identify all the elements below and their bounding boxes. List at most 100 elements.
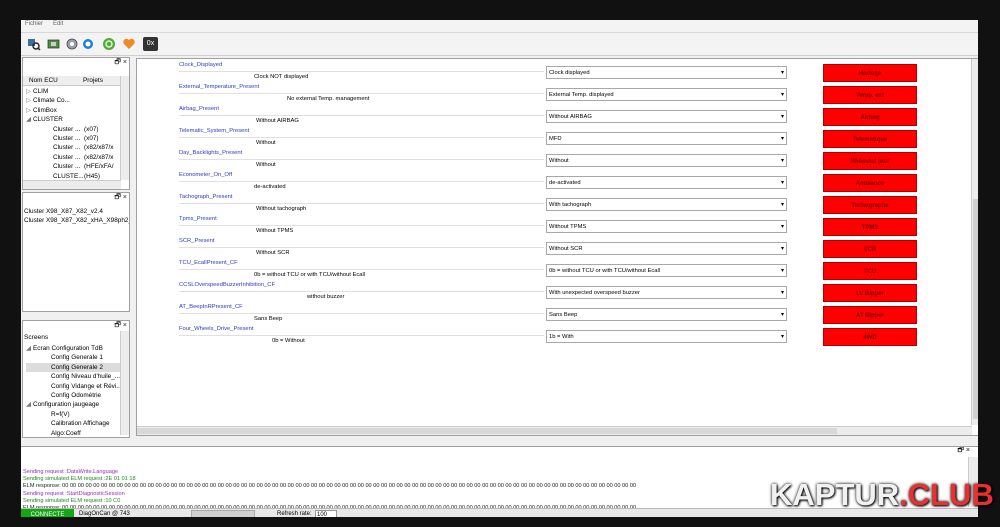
main-scroll-thumb[interactable] xyxy=(973,199,978,419)
option-selected-value: External Temp. displayed xyxy=(549,92,614,98)
ecu-tree-item[interactable]: Cluster ... (x07) xyxy=(26,134,122,143)
menu-edit[interactable]: Edit xyxy=(49,20,67,28)
tree-arrow-icon[interactable]: ▷ xyxy=(26,96,33,105)
hex-icon[interactable]: 0x xyxy=(143,37,158,51)
refresh-icon[interactable] xyxy=(81,37,96,51)
dock-controls-icon[interactable]: 🗗 × xyxy=(114,58,127,69)
chevron-down-icon[interactable]: ▾ xyxy=(781,89,784,102)
option-select[interactable]: Without AIRBAG ▾ xyxy=(546,110,787,123)
chevron-down-icon[interactable]: ▾ xyxy=(781,221,784,234)
config-row: External_Temperature_Present No external … xyxy=(179,84,787,104)
main-vertical-scrollbar[interactable] xyxy=(971,59,978,425)
chevron-down-icon[interactable]: ▾ xyxy=(781,111,784,124)
write-parameter-button[interactable]: Temp. ext xyxy=(823,86,917,104)
option-select[interactable]: de-activated ▾ xyxy=(546,176,787,189)
scan-ecu-icon[interactable] xyxy=(26,37,41,51)
settings-icon[interactable] xyxy=(65,37,80,51)
ecu-tree-item[interactable]: Cluster ... (x07) xyxy=(26,125,122,134)
project-file-item[interactable]: Cluster X98_X87_X82_v2.4 xyxy=(24,207,129,216)
tree-arrow-icon[interactable]: ◢ xyxy=(26,344,33,353)
main-horizontal-scrollbar[interactable] xyxy=(137,426,972,435)
write-parameter-button[interactable]: Tachographe xyxy=(823,196,917,214)
tree-arrow-icon[interactable]: ◢ xyxy=(26,115,33,124)
ecu-vertical-scrollbar[interactable] xyxy=(120,76,129,180)
option-select[interactable]: MFD ▾ xyxy=(546,132,787,145)
dock-controls-icon[interactable]: 🗗 × xyxy=(956,447,970,454)
write-parameter-button[interactable]: TPMS xyxy=(823,218,917,236)
main-hscroll-thumb[interactable] xyxy=(137,428,837,434)
option-select[interactable]: Without SCR ▾ xyxy=(546,242,787,255)
tree-arrow-icon[interactable]: ▷ xyxy=(26,106,33,115)
option-select[interactable]: 0b = without TCU or with TCU/without Eca… xyxy=(546,264,787,277)
config-row: Clock_Displayed Clock NOT displayed Clock … xyxy=(179,62,787,82)
favorite-icon[interactable] xyxy=(122,37,137,51)
screen-tree-item[interactable]: Algo:Coeff xyxy=(26,429,122,437)
screen-tree-item[interactable]: Calibration Affichage xyxy=(26,419,122,428)
config-row: Tachograph_Present Without tachograph With… xyxy=(179,194,787,214)
screen-tree-item[interactable]: ◢ Configuration jaugeage xyxy=(26,400,122,409)
current-value: Without tachograph xyxy=(256,206,307,212)
option-select[interactable]: With tachograph ▾ xyxy=(546,198,787,211)
dock-controls-icon[interactable]: 🗗 × xyxy=(114,193,127,204)
screen-tree-item[interactable]: Config Odométrie xyxy=(26,391,122,400)
screen-name: Config Niveau d'huile_... xyxy=(51,373,121,381)
screen-tree-item[interactable]: Config Vidange et Révi... xyxy=(26,382,122,391)
chip-icon[interactable] xyxy=(46,37,61,51)
chevron-down-icon[interactable]: ▾ xyxy=(781,155,784,168)
chevron-down-icon[interactable]: ▾ xyxy=(781,287,784,300)
parameter-name: Clock_Displayed xyxy=(179,62,223,68)
write-parameter-button[interactable]: AT Bipper xyxy=(823,306,917,324)
option-selected-value: MFD xyxy=(549,136,562,142)
ecu-tree-item[interactable]: ◢ CLUSTER xyxy=(26,115,122,124)
current-value: Sans Beep xyxy=(254,316,283,322)
tree-arrow-icon[interactable]: ▷ xyxy=(26,87,33,96)
option-select[interactable]: 1b = With ▾ xyxy=(546,330,787,343)
ecu-tree-item[interactable]: Cluster ... (x82/x87/x xyxy=(26,143,122,152)
screen-tree-item[interactable]: ◢ Ecran Configuration TdB xyxy=(26,344,122,353)
current-value-cell: Clock NOT displayed xyxy=(179,71,544,83)
option-select[interactable]: Without ▾ xyxy=(546,154,787,167)
write-parameter-button[interactable]: Airbag xyxy=(823,108,917,126)
option-select[interactable]: With unexpected overspeed buzzer ▾ xyxy=(546,286,787,299)
tree-arrow-icon[interactable]: ◢ xyxy=(26,400,33,409)
option-select[interactable]: Without TPMS ▾ xyxy=(546,220,787,233)
screen-tree-item[interactable]: Config Generale 1 xyxy=(26,353,122,362)
write-parameter-button[interactable]: 4WD xyxy=(823,328,917,346)
screen-tree-item[interactable]: Config Niveau d'huile_... xyxy=(26,372,122,381)
connect-icon[interactable] xyxy=(102,37,117,51)
screen-tree-item[interactable]: R=f(V) xyxy=(26,410,122,419)
menu-file[interactable]: Fichier xyxy=(21,20,47,28)
write-parameter-button[interactable]: Horloge xyxy=(823,64,917,82)
column-ecu-name[interactable]: Nom ECU xyxy=(29,76,58,85)
ecu-tree-item[interactable]: ▷ Climate Co... xyxy=(26,96,122,105)
current-value: without buzzer xyxy=(307,294,345,300)
chevron-down-icon[interactable]: ▾ xyxy=(781,133,784,146)
chevron-down-icon[interactable]: ▾ xyxy=(781,177,784,190)
option-select[interactable]: Sans Beep ▾ xyxy=(546,308,787,321)
chevron-down-icon[interactable]: ▾ xyxy=(781,265,784,278)
chevron-down-icon[interactable]: ▾ xyxy=(781,199,784,212)
chevron-down-icon[interactable]: ▾ xyxy=(781,243,784,256)
project-file-item[interactable]: Cluster X98_X87_X82_xHA_X98ph2_X xyxy=(24,216,129,225)
option-select[interactable]: Clock displayed ▾ xyxy=(546,66,787,79)
refresh-rate-input[interactable]: 100 xyxy=(315,510,337,517)
screen-tree-item[interactable]: Config Generale 2 xyxy=(26,362,122,373)
column-projects[interactable]: Projets xyxy=(83,76,103,85)
write-parameter-button[interactable]: LV Bipper xyxy=(823,284,917,302)
write-parameter-button[interactable]: SCR xyxy=(823,240,917,258)
watermark-brand: KAPTUR xyxy=(770,477,900,512)
chevron-down-icon[interactable]: ▾ xyxy=(781,331,784,344)
write-parameter-button[interactable]: Telematique xyxy=(823,130,917,148)
ecu-tree-item[interactable]: ▷ ClimBox xyxy=(26,106,122,115)
screens-vertical-scrollbar[interactable] xyxy=(120,331,129,435)
write-parameter-button[interactable]: Rhéostat jour xyxy=(823,152,917,170)
write-parameter-button[interactable]: Ambiance xyxy=(823,174,917,192)
chevron-down-icon[interactable]: ▾ xyxy=(781,309,784,322)
ecu-tree-item[interactable]: Cluster ... (HFE/xFA/ xyxy=(26,162,122,171)
write-parameter-button[interactable]: TCU xyxy=(823,262,917,280)
ecu-horizontal-scrollbar[interactable] xyxy=(23,180,121,189)
chevron-down-icon[interactable]: ▾ xyxy=(781,67,784,80)
option-select[interactable]: External Temp. displayed ▾ xyxy=(546,88,787,101)
ecu-tree-item[interactable]: ▷ CLIM xyxy=(26,87,122,96)
ecu-tree-item[interactable]: Cluster ... (x82/x87/x xyxy=(26,153,122,162)
